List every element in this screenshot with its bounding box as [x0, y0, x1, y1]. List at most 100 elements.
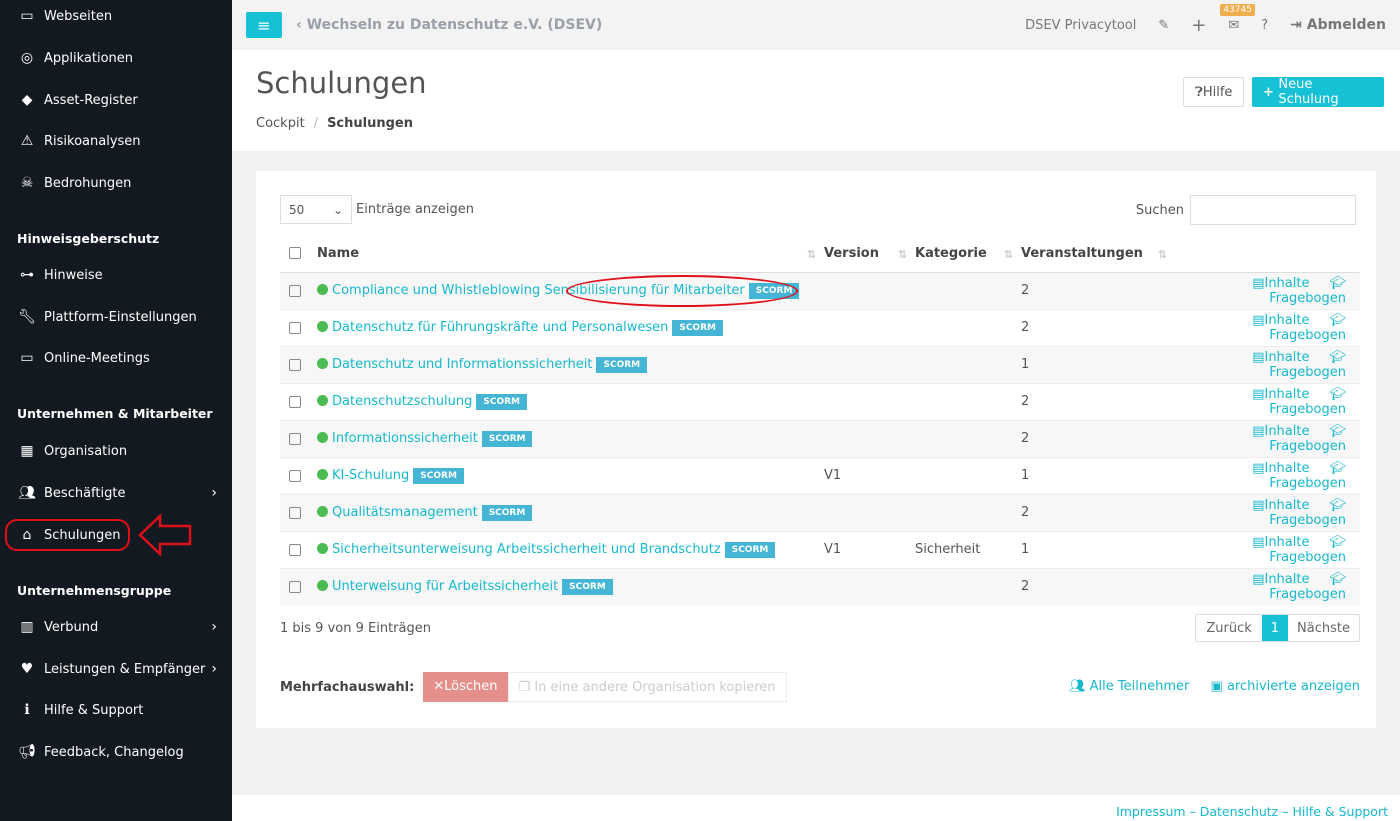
- inhalte-link[interactable]: ▤Inhalte: [1252, 313, 1309, 328]
- inhalte-link[interactable]: ▤Inhalte: [1252, 535, 1309, 550]
- sidebar-item-beschaeftigte[interactable]: 👥︎ Beschäftigte ›: [17, 478, 217, 508]
- table-row: Informationssicherheit SCORM 2 ▤Inhalte 🎓︎…: [280, 419, 1360, 457]
- logout-button[interactable]: ⇥ Abmelden: [1290, 17, 1386, 33]
- plus-icon[interactable]: +: [1191, 15, 1206, 36]
- prev-page-button[interactable]: Zurück: [1196, 615, 1261, 641]
- inhalte-link[interactable]: ▤Inhalte: [1252, 276, 1309, 291]
- search-input[interactable]: [1190, 195, 1356, 225]
- training-name-link[interactable]: Informationssicherheit: [332, 431, 478, 446]
- logout-icon: ⇥: [1290, 17, 1307, 33]
- inhalte-link[interactable]: ▤Inhalte: [1252, 572, 1309, 587]
- row-checkbox[interactable]: [289, 284, 301, 297]
- sidebar-item-online-meetings[interactable]: ▭ Online-Meetings: [17, 343, 217, 373]
- veranstaltungen-cell: 2: [1021, 419, 1175, 457]
- inhalte-link[interactable]: ▤Inhalte: [1252, 387, 1309, 402]
- sidebar-item-organisation[interactable]: ▦ Organisation: [17, 436, 217, 466]
- footer: Impressum – Datenschutz – Hilfe & Suppor…: [232, 795, 1400, 821]
- highlight-ellipse: [566, 275, 798, 307]
- table-row: Sicherheitsunterweisung Arbeitssicherhei…: [280, 530, 1360, 568]
- page-length-select[interactable]: 50 ⌄: [280, 195, 352, 224]
- sidebar-item-asset-register[interactable]: ◆ Asset-Register: [17, 85, 217, 115]
- datenschutz-link[interactable]: Datenschutz: [1200, 804, 1279, 819]
- page-1-button[interactable]: 1: [1261, 615, 1289, 641]
- column-header-kategorie[interactable]: Kategorie ⇅: [915, 235, 1021, 273]
- training-name-link[interactable]: Unterweisung für Arbeitssicherheit: [332, 579, 558, 594]
- users-icon: 👥︎: [1069, 679, 1090, 694]
- row-checkbox[interactable]: [289, 358, 301, 371]
- menu-toggle-button[interactable]: ≡: [246, 12, 282, 38]
- impressum-link[interactable]: Impressum: [1116, 804, 1185, 819]
- training-name-link[interactable]: Datenschutzschulung: [332, 394, 472, 409]
- file-icon: ▤: [1252, 571, 1265, 587]
- row-checkbox[interactable]: [289, 321, 301, 334]
- all-participants-link[interactable]: 👥︎ Alle Teilnehmer: [1069, 679, 1189, 694]
- switch-organisation-link[interactable]: ‹ Wechseln zu Datenschutz e.V. (DSEV): [296, 17, 602, 33]
- file-icon: ▤: [1252, 423, 1265, 439]
- inhalte-link[interactable]: ▤Inhalte: [1252, 461, 1309, 476]
- sidebar-item-applikationen[interactable]: ◎ Applikationen: [17, 43, 217, 73]
- row-checkbox[interactable]: [289, 395, 301, 408]
- scorm-badge: SCORM: [672, 320, 723, 336]
- veranstaltungen-cell: 2: [1021, 567, 1175, 605]
- delete-button[interactable]: ✕Löschen: [423, 672, 508, 702]
- column-header-veranstaltungen[interactable]: Veranstaltungen ⇅: [1021, 235, 1175, 273]
- sidebar-item-feedback[interactable]: 📢︎ Feedback, Changelog: [17, 737, 217, 767]
- help-icon[interactable]: ?: [1261, 18, 1268, 33]
- sidebar-item-webseiten[interactable]: ▭ Webseiten: [17, 1, 217, 31]
- help-button[interactable]: ❓︎ Hilfe: [1183, 77, 1245, 107]
- hilfe-support-link[interactable]: Hilfe & Support: [1292, 804, 1388, 819]
- table-row: Datenschutzschulung SCORM 2 ▤Inhalte 🎓︎ Fr…: [280, 382, 1360, 420]
- training-name-link[interactable]: Datenschutz und Informationssicherheit: [332, 357, 592, 372]
- status-dot-icon: [317, 506, 328, 517]
- mail-icon[interactable]: ✉ 43745: [1220, 3, 1255, 33]
- next-page-button[interactable]: Nächste: [1288, 615, 1359, 641]
- warning-icon: ⚠: [20, 133, 34, 149]
- chevron-left-icon: ‹: [296, 17, 307, 33]
- breadcrumb-cockpit[interactable]: Cockpit: [256, 116, 305, 131]
- row-checkbox[interactable]: [289, 432, 301, 445]
- x-icon: ✕: [433, 679, 445, 694]
- row-checkbox[interactable]: [289, 469, 301, 482]
- sidebar-item-leistungen[interactable]: ♥ Leistungen & Empfänger ›: [17, 654, 217, 684]
- sidebar-item-verbund[interactable]: ▥ Verbund ›: [17, 612, 217, 642]
- scorm-badge: SCORM: [596, 357, 648, 373]
- edit-icon[interactable]: ✎: [1158, 18, 1169, 33]
- version-cell: [824, 345, 915, 383]
- sidebar-item-risikoanalysen[interactable]: ⚠ Risikoanalysen: [17, 126, 217, 156]
- sidebar-item-hilfe[interactable]: ℹ Hilfe & Support: [17, 695, 217, 725]
- skull-icon: ☠: [20, 175, 34, 191]
- inhalte-link[interactable]: ▤Inhalte: [1252, 424, 1309, 439]
- wrench-icon: 🔧︎: [18, 309, 36, 325]
- version-cell: [824, 567, 915, 605]
- training-name-link[interactable]: Datenschutz für Führungskräfte und Perso…: [332, 320, 668, 335]
- chevron-right-icon: ›: [211, 619, 217, 635]
- sidebar-item-hinweise[interactable]: ⊶ Hinweise: [17, 260, 217, 290]
- graduation-cap-icon: 🎓︎: [1329, 497, 1346, 513]
- veranstaltungen-cell: 2: [1021, 382, 1175, 420]
- training-name-link[interactable]: KI-Schulung: [332, 468, 409, 483]
- column-header-version[interactable]: Version ⇅: [824, 235, 915, 273]
- row-checkbox[interactable]: [289, 506, 301, 519]
- training-name-link[interactable]: Sicherheitsunterweisung Arbeitssicherhei…: [332, 542, 721, 557]
- scorm-badge: SCORM: [562, 579, 613, 596]
- column-header-name[interactable]: Name ⇅: [317, 235, 824, 273]
- show-archived-link[interactable]: ▣ archivierte anzeigen: [1211, 679, 1360, 694]
- version-cell: V1: [824, 530, 915, 568]
- status-dot-icon: [317, 321, 328, 332]
- sidebar-heading: Hinweisgeberschutz: [17, 231, 160, 246]
- row-checkbox[interactable]: [289, 543, 301, 556]
- sidebar-item-bedrohungen[interactable]: ☠ Bedrohungen: [17, 168, 217, 198]
- sidebar-item-plattform[interactable]: 🔧︎ Plattform-Einstellungen: [17, 302, 217, 332]
- kategorie-cell: [915, 382, 1021, 420]
- select-all-checkbox[interactable]: [289, 247, 301, 260]
- inhalte-link[interactable]: ▤Inhalte: [1252, 350, 1309, 365]
- page-header: Schulungen Cockpit / Schulungen ❓︎ Hilfe + …: [232, 50, 1400, 151]
- search-label: Suchen: [1135, 202, 1184, 218]
- megaphone-icon: 📢︎: [18, 744, 36, 760]
- kategorie-cell: Sicherheit: [915, 530, 1021, 568]
- training-name-link[interactable]: Qualitätsmanagement: [332, 505, 478, 520]
- row-checkbox[interactable]: [289, 580, 301, 593]
- new-training-button[interactable]: + Neue Schulung: [1252, 77, 1384, 107]
- copy-to-organisation-button[interactable]: ❐ In eine andere Organisation kopieren: [507, 672, 787, 702]
- inhalte-link[interactable]: ▤Inhalte: [1252, 498, 1309, 513]
